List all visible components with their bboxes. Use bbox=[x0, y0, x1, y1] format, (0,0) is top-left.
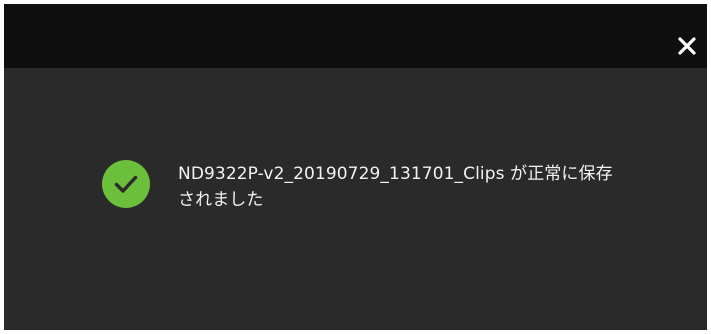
save-success-message: ND9322P-v2_20190729_131701_Clips が正常に保存さ… bbox=[178, 164, 613, 210]
check-circle-icon bbox=[101, 159, 151, 209]
screen: ND9322P-v2_20190729_131701_Clips が正常に保存さ… bbox=[0, 0, 711, 334]
close-icon bbox=[678, 37, 696, 55]
dialog-titlebar bbox=[4, 4, 707, 68]
close-button[interactable] bbox=[675, 34, 699, 58]
